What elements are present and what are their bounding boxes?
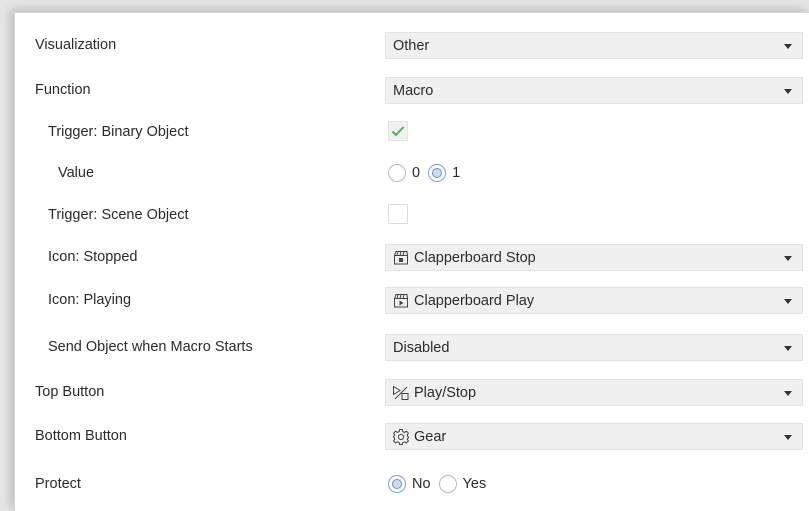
trigger-binary-object-checkbox[interactable] bbox=[388, 121, 408, 141]
top-button-value: Play/Stop bbox=[414, 384, 477, 401]
icon-stopped-label: Icon: Stopped bbox=[48, 249, 138, 265]
checkmark-icon bbox=[391, 126, 405, 137]
clapperboard-stop-icon bbox=[392, 249, 410, 267]
chevron-down-icon bbox=[784, 346, 792, 351]
gear-icon bbox=[392, 428, 410, 446]
chevron-down-icon bbox=[784, 89, 792, 94]
top-button-label: Top Button bbox=[35, 384, 105, 400]
chevron-down-icon bbox=[784, 256, 792, 261]
value-radio-group: 0 1 bbox=[388, 155, 468, 191]
send-object-macro-starts-value: Disabled bbox=[393, 339, 450, 356]
value-radio-0[interactable]: 0 bbox=[388, 164, 420, 182]
radio-button-selected-icon bbox=[428, 164, 447, 182]
bottom-button-label: Bottom Button bbox=[35, 428, 127, 444]
play-stop-icon bbox=[392, 384, 410, 402]
row-trigger-scene-object: Trigger: Scene Object bbox=[15, 197, 809, 233]
visualization-value: Other bbox=[393, 37, 430, 54]
bottom-button-select[interactable]: Gear bbox=[385, 423, 803, 450]
icon-stopped-select[interactable]: Clapperboard Stop bbox=[385, 244, 803, 271]
visualization-label: Visualization bbox=[35, 37, 117, 53]
trigger-binary-object-label: Trigger: Binary Object bbox=[48, 124, 189, 140]
value-radio-1-label: 1 bbox=[452, 165, 461, 181]
value-label: Value bbox=[58, 165, 95, 181]
row-icon-stopped: Icon: Stopped Clapperboard Stop bbox=[15, 239, 809, 275]
protect-radio-yes[interactable]: Yes bbox=[438, 475, 487, 493]
function-label: Function bbox=[35, 82, 91, 98]
function-select[interactable]: Macro bbox=[385, 77, 803, 104]
bottom-button-value: Gear bbox=[414, 428, 447, 445]
protect-radio-yes-label: Yes bbox=[462, 476, 487, 492]
trigger-scene-object-label: Trigger: Scene Object bbox=[48, 207, 189, 223]
protect-label: Protect bbox=[35, 476, 81, 492]
icon-playing-label: Icon: Playing bbox=[48, 292, 132, 308]
value-radio-0-label: 0 bbox=[412, 165, 421, 181]
row-function: Function Macro bbox=[15, 72, 809, 108]
radio-button-selected-icon bbox=[388, 475, 406, 493]
chevron-down-icon bbox=[784, 44, 792, 49]
parameter-panel: Visualization Other Function Macro Trigg… bbox=[14, 12, 809, 511]
row-value: Value 0 1 bbox=[15, 155, 809, 191]
value-radio-1[interactable]: 1 bbox=[428, 164, 460, 182]
function-value: Macro bbox=[393, 82, 434, 99]
icon-playing-value: Clapperboard Play bbox=[414, 292, 535, 309]
row-icon-playing: Icon: Playing Clapperboard Play bbox=[15, 282, 809, 318]
send-object-macro-starts-label: Send Object when Macro Starts bbox=[48, 339, 253, 355]
send-object-macro-starts-select[interactable]: Disabled bbox=[385, 334, 803, 361]
icon-stopped-value: Clapperboard Stop bbox=[414, 249, 536, 266]
row-visualization: Visualization Other bbox=[15, 27, 809, 63]
row-protect: Protect No Yes bbox=[15, 466, 809, 502]
protect-radio-group: No Yes bbox=[388, 466, 494, 502]
clapperboard-play-icon bbox=[392, 292, 410, 310]
row-top-button: Top Button Play/Stop bbox=[15, 374, 809, 410]
visualization-select[interactable]: Other bbox=[385, 32, 803, 59]
trigger-scene-object-checkbox[interactable] bbox=[388, 204, 408, 224]
radio-button-icon bbox=[438, 475, 457, 493]
row-trigger-binary-object: Trigger: Binary Object bbox=[15, 114, 809, 150]
protect-radio-no[interactable]: No bbox=[388, 475, 431, 493]
row-bottom-button: Bottom Button Gear bbox=[15, 418, 809, 454]
radio-button-icon bbox=[388, 164, 406, 182]
row-send-object-macro-starts: Send Object when Macro Starts Disabled bbox=[15, 329, 809, 365]
top-button-select[interactable]: Play/Stop bbox=[385, 379, 803, 406]
protect-radio-no-label: No bbox=[412, 476, 431, 492]
icon-playing-select[interactable]: Clapperboard Play bbox=[385, 287, 803, 314]
chevron-down-icon bbox=[784, 299, 792, 304]
chevron-down-icon bbox=[784, 435, 792, 440]
chevron-down-icon bbox=[784, 391, 792, 396]
